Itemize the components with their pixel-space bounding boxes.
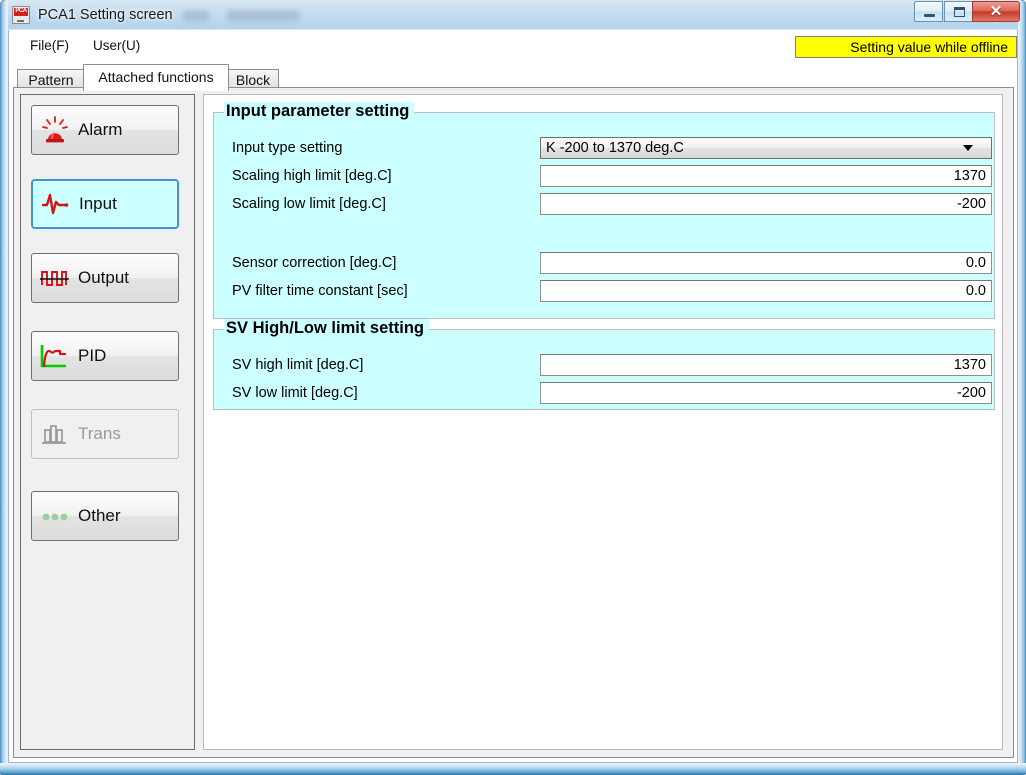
sidebar-item-other-label: Other (78, 506, 121, 525)
input-pv-filter-time-constant[interactable]: 0.0 (540, 280, 992, 302)
settings-content-panel: Input parameter setting Input type setti… (203, 94, 1003, 750)
menu-bar: File(F) User(U) Setting value while offl… (9, 30, 1017, 60)
label-input-type-setting: Input type setting (232, 140, 343, 156)
menu-item-file[interactable]: File(F) (21, 35, 78, 56)
close-icon: ✕ (989, 3, 1003, 20)
window-left-border (0, 0, 8, 775)
label-scaling-low-limit: Scaling low limit [deg.C] (232, 196, 386, 212)
tab-strip: Pattern Attached functions Block (12, 64, 1015, 91)
redacted-title-text-2 (226, 9, 299, 21)
sidebar-item-trans[interactable]: Trans (31, 409, 179, 459)
combobox-input-type-setting[interactable]: K -200 to 1370 deg.C (540, 137, 992, 159)
minimize-button[interactable] (914, 1, 943, 22)
menu-item-user[interactable]: User(U) (84, 35, 149, 56)
window-title: PCA1 Setting screen (38, 7, 173, 23)
tab-attached-functions[interactable]: Attached functions (83, 64, 229, 91)
field-row-pv-filter-time-constant: PV filter time constant [sec] 0.0 (214, 280, 994, 303)
sidebar-item-alarm[interactable]: Alarm (31, 105, 179, 155)
field-row-sensor-correction: Sensor correction [deg.C] 0.0 (214, 252, 994, 275)
window-bottom-border (0, 763, 1026, 775)
input-sv-low-limit[interactable]: -200 (540, 382, 992, 404)
window-controls: ✕ (914, 1, 1020, 23)
label-sv-low-limit: SV low limit [deg.C] (232, 385, 358, 401)
three-dots-icon (38, 501, 72, 531)
tab-page-attached-functions: Alarm Input Output PID Trans Other Input… (13, 87, 1014, 758)
group-sv-high-low-limit-setting-title: SV High/Low limit setting (224, 319, 429, 338)
label-scaling-high-limit: Scaling high limit [deg.C] (232, 168, 392, 184)
alarm-siren-icon (38, 115, 72, 145)
sidebar-item-output-label: Output (78, 268, 130, 287)
offline-status-badge: Setting value while offline (795, 36, 1017, 58)
field-row-scaling-low-limit: Scaling low limit [deg.C] -200 (214, 193, 994, 216)
label-sv-high-limit: SV high limit [deg.C] (232, 357, 364, 373)
label-pv-filter-time-constant: PV filter time constant [sec] (232, 283, 408, 299)
pid-curve-icon (38, 341, 72, 371)
bar-chart-icon (38, 419, 72, 449)
input-scaling-low-limit[interactable]: -200 (540, 193, 992, 215)
group-sv-high-low-limit-setting: SV High/Low limit setting SV high limit … (213, 319, 995, 410)
input-sensor-correction[interactable]: 0.0 (540, 252, 992, 274)
sidebar-item-input[interactable]: Input (31, 179, 179, 229)
app-icon-text: PCA (15, 8, 27, 14)
sidebar-item-trans-label: Trans (78, 424, 121, 443)
label-sensor-correction: Sensor correction [deg.C] (232, 255, 397, 271)
square-wave-icon (38, 263, 72, 293)
maximize-icon (954, 7, 965, 17)
close-button[interactable]: ✕ (972, 1, 1020, 22)
app-icon-stand (17, 20, 24, 22)
field-row-sv-low-limit: SV low limit [deg.C] -200 (214, 382, 994, 405)
input-scaling-high-limit[interactable]: 1370 (540, 165, 992, 187)
pca-app-icon[interactable]: PCA (12, 6, 30, 24)
chevron-down-icon[interactable] (963, 145, 973, 151)
input-sv-high-limit[interactable]: 1370 (540, 354, 992, 376)
field-row-sv-high-limit: SV high limit [deg.C] 1370 (214, 354, 994, 377)
redacted-title-text-1 (182, 9, 209, 21)
title-bar[interactable]: PCA PCA1 Setting screen ✕ (0, 0, 1026, 30)
sidebar: Alarm Input Output PID Trans Other (20, 94, 195, 750)
sidebar-item-input-label: Input (79, 194, 117, 213)
minimize-icon (924, 14, 935, 17)
group-input-parameter-setting: Input parameter setting Input type setti… (213, 102, 995, 319)
maximize-button[interactable] (944, 1, 973, 22)
application-window: PCA PCA1 Setting screen ✕ File(F) User(U… (0, 0, 1026, 775)
sidebar-item-alarm-label: Alarm (78, 120, 123, 139)
pulse-wave-icon (39, 189, 73, 219)
sidebar-item-pid-label: PID (78, 346, 107, 365)
field-row-scaling-high-limit: Scaling high limit [deg.C] 1370 (214, 165, 994, 188)
field-row-input-type-setting: Input type setting K -200 to 1370 deg.C (214, 137, 994, 160)
window-right-border (1018, 0, 1026, 775)
sidebar-item-pid[interactable]: PID (31, 331, 179, 381)
group-input-parameter-setting-title: Input parameter setting (224, 102, 415, 121)
sidebar-item-other[interactable]: Other (31, 491, 179, 541)
client-area: File(F) User(U) Setting value while offl… (8, 30, 1018, 763)
sidebar-item-output[interactable]: Output (31, 253, 179, 303)
